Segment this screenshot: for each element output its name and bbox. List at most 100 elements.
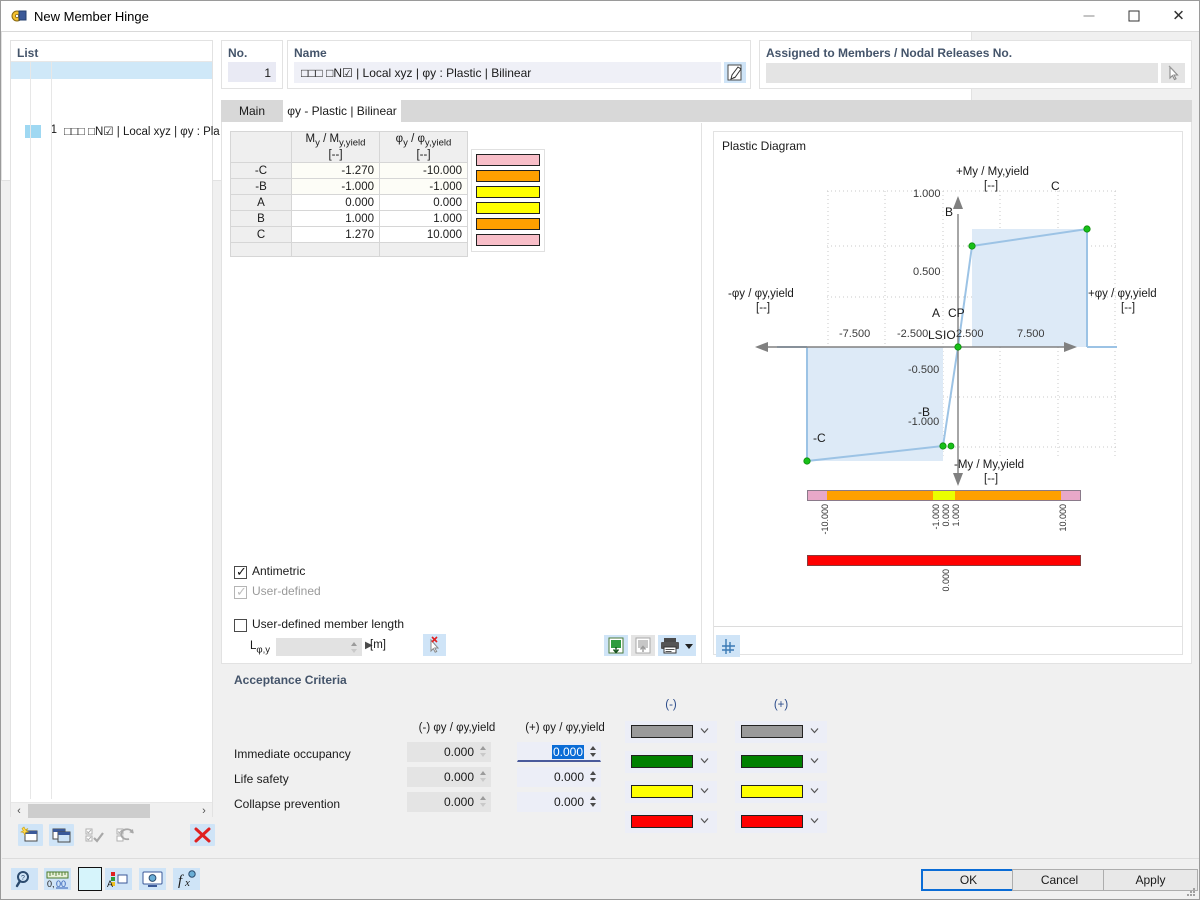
- name-input[interactable]: □□□ □N☑ | Local xyz | φy : Plastic | Bil…: [294, 62, 721, 83]
- legend-button[interactable]: A: [105, 868, 132, 890]
- color-select-pos-0[interactable]: [735, 721, 827, 743]
- row-moment[interactable]: 1.000: [291, 210, 380, 227]
- acceptance-col-header-pos-text: (+) φy / φy,yield: [525, 722, 605, 734]
- cancel-button[interactable]: Cancel: [1012, 869, 1107, 891]
- row-rotation[interactable]: 1.000: [379, 210, 468, 227]
- print-dropdown-button[interactable]: [682, 635, 696, 656]
- zoom-info-button[interactable]: ?: [11, 868, 38, 890]
- scrollbar-thumb[interactable]: [28, 804, 150, 818]
- number-input[interactable]: 1: [228, 62, 276, 82]
- color-select-neg-1[interactable]: [625, 751, 717, 773]
- length-spinner[interactable]: [351, 641, 358, 654]
- table-row[interactable]: B 1.000 1.000: [230, 210, 468, 227]
- acceptance-pos-input-ls[interactable]: 0.000: [517, 767, 601, 787]
- row-rotation[interactable]: 0.000: [379, 194, 468, 211]
- point-label-neg-C: -C: [813, 431, 826, 445]
- resize-grip-icon[interactable]: [1186, 887, 1196, 897]
- acceptance-neg-spinner-ls[interactable]: [480, 770, 487, 783]
- row-rotation[interactable]: -10.000: [379, 162, 468, 179]
- row-moment[interactable]: 0.000: [291, 194, 380, 211]
- maximize-button[interactable]: [1111, 1, 1156, 31]
- color-select-neg-0[interactable]: [625, 721, 717, 743]
- table-row[interactable]: -C -1.270 -10.000: [230, 162, 468, 179]
- new-item-button[interactable]: [18, 824, 43, 846]
- scroll-left-icon[interactable]: ‹: [11, 803, 27, 819]
- acceptance-pos-input-cp[interactable]: 0.000: [517, 792, 601, 812]
- row-moment[interactable]: -1.000: [291, 178, 380, 195]
- table-row[interactable]: -B -1.000 -1.000: [230, 178, 468, 195]
- criteria-tick: 0.000: [941, 504, 951, 527]
- color-select-pos-3[interactable]: [735, 811, 827, 833]
- row-rotation[interactable]: 10.000: [379, 226, 468, 243]
- list-column-divider-1: [30, 62, 31, 799]
- edit-name-button[interactable]: [724, 62, 746, 83]
- apply-button[interactable]: Apply: [1103, 869, 1198, 891]
- print-table-button[interactable]: [658, 635, 682, 656]
- acceptance-neg-input-ls[interactable]: 0.000: [407, 767, 491, 787]
- list-horizontal-scrollbar[interactable]: ‹ ›: [11, 802, 212, 819]
- acceptance-col-header-pos: (+) φy / φy,yield: [515, 722, 615, 734]
- header-moment-unit: [--]: [328, 148, 343, 161]
- minimize-button[interactable]: [1066, 1, 1111, 31]
- point-neg-B: [939, 442, 947, 450]
- tab-main[interactable]: Main: [221, 100, 283, 122]
- diagram-axis-label-bottom: -My / My,yield: [954, 459, 1025, 471]
- pick-members-button[interactable]: [1161, 63, 1185, 83]
- table-row[interactable]: C 1.270 10.000: [230, 226, 468, 243]
- assigned-input[interactable]: [766, 63, 1158, 83]
- export-table-button[interactable]: [631, 635, 655, 656]
- color-swatch: [631, 755, 693, 768]
- decimal-places-button[interactable]: 0, 00: [44, 868, 71, 890]
- function-button[interactable]: f x: [173, 868, 200, 890]
- acceptance-color-header-neg: (-): [665, 699, 677, 711]
- acceptance-pos-spinner-io[interactable]: [590, 745, 597, 758]
- list-item[interactable]: 1 □□□ □N☑ | Local xyz | φy : Pla: [11, 62, 220, 138]
- point-label-A: A: [932, 306, 941, 320]
- ok-button[interactable]: OK: [921, 869, 1016, 891]
- acceptance-pos-spinner-cp[interactable]: [590, 795, 597, 808]
- length-input[interactable]: [276, 638, 362, 656]
- check-icon: ✓: [236, 564, 247, 579]
- user-defined-member-length-label: User-defined member length: [252, 617, 405, 631]
- point-label-C: C: [1051, 179, 1060, 193]
- delete-item-button[interactable]: [190, 824, 215, 846]
- color-select-pos-2[interactable]: [735, 781, 827, 803]
- acceptance-neg-input-io[interactable]: 0.000: [407, 742, 491, 762]
- select-all-button[interactable]: [82, 824, 107, 846]
- chevron-down-icon: [700, 728, 709, 734]
- table-row[interactable]: A 0.000 0.000: [230, 194, 468, 211]
- user-defined-member-length-checkbox[interactable]: [234, 619, 247, 632]
- row-rotation[interactable]: -1.000: [379, 178, 468, 195]
- pick-length-button[interactable]: [423, 634, 446, 656]
- import-table-button[interactable]: [604, 635, 628, 656]
- copy-item-button[interactable]: [49, 824, 74, 846]
- close-button[interactable]: ✕: [1156, 1, 1200, 31]
- acceptance-neg-input-cp[interactable]: 0.000: [407, 792, 491, 812]
- acceptance-pos-input-io[interactable]: 0.000: [517, 742, 601, 762]
- color-select-pos-1[interactable]: [735, 751, 827, 773]
- row-moment[interactable]: -1.270: [291, 162, 380, 179]
- antimetric-checkbox[interactable]: ✓: [234, 564, 247, 579]
- name-title: Name: [294, 46, 327, 60]
- visibility-button[interactable]: [139, 868, 166, 890]
- legend-swatch: [476, 186, 540, 198]
- acceptance-pos-spinner-ls[interactable]: [590, 770, 597, 783]
- acceptance-neg-spinner-cp[interactable]: [480, 795, 487, 808]
- point-B: [968, 242, 976, 250]
- point-label-IO: IO: [943, 328, 956, 342]
- add-diagram-button[interactable]: [716, 635, 740, 657]
- invert-selection-button[interactable]: [113, 824, 138, 846]
- chevron-down-icon: [810, 758, 819, 764]
- acceptance-neg-spinner-io[interactable]: [480, 745, 487, 758]
- member-hinge-dialog: New Member Hinge ✕ List 1 □□□ □N☑ | Loca…: [0, 0, 1200, 900]
- diagram-axis-unit-right: [--]: [1121, 302, 1136, 314]
- criteria-color-bar-lower: [807, 555, 1081, 566]
- color-select-neg-3[interactable]: [625, 811, 717, 833]
- color-swatch-button[interactable]: [78, 867, 102, 891]
- acceptance-row-label-io: Immediate occupancy: [234, 747, 351, 761]
- hinge-diagram-table-wrap: My / My,yield [--] φy / φy,yield [--] -C…: [230, 131, 710, 555]
- color-select-neg-2[interactable]: [625, 781, 717, 803]
- scroll-right-icon[interactable]: ›: [196, 803, 212, 819]
- row-moment[interactable]: 1.270: [291, 226, 380, 243]
- tab-phiy-plastic-bilinear[interactable]: φy - Plastic | Bilinear: [283, 100, 401, 122]
